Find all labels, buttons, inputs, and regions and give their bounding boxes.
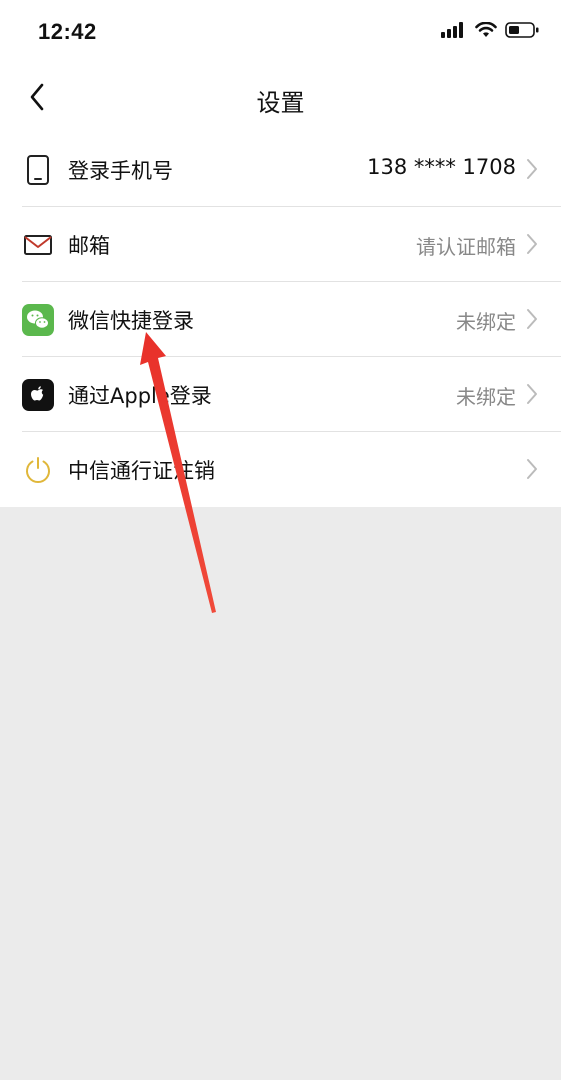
- apple-bind-status: 未绑定: [456, 385, 516, 409]
- chevron-right-icon: [525, 457, 539, 481]
- signal-icon: [441, 22, 467, 42]
- settings-row-wechat-login[interactable]: 微信快捷登录 未绑定: [0, 282, 561, 357]
- settings-row-label: 通过Apple登录: [68, 384, 212, 408]
- settings-row-account-cancel[interactable]: 中信通行证注销: [0, 432, 561, 507]
- settings-row-label: 邮箱: [68, 234, 110, 258]
- mail-icon: [21, 228, 55, 262]
- settings-row-apple-login[interactable]: 通过Apple登录 未绑定: [0, 357, 561, 432]
- status-icons: [441, 21, 539, 42]
- settings-panel: 12:42 设置 登录手机号 138 **** 1708 邮箱 请认证邮箱 微信…: [0, 0, 561, 507]
- chevron-right-icon: [525, 382, 539, 406]
- wifi-icon: [475, 21, 497, 42]
- wechat-bind-status: 未绑定: [456, 310, 516, 334]
- battery-icon: [505, 22, 539, 42]
- phone-icon: [21, 153, 55, 187]
- chevron-right-icon: [525, 307, 539, 331]
- wechat-icon: [21, 303, 55, 337]
- phone-number-value: 138 **** 1708: [367, 155, 516, 179]
- chevron-right-icon: [525, 157, 539, 181]
- page-title: 设置: [256, 89, 305, 117]
- chevron-right-icon: [525, 232, 539, 256]
- settings-list: 登录手机号 138 **** 1708 邮箱 请认证邮箱 微信快捷登录 未绑定 …: [0, 132, 561, 507]
- status-bar: 12:42: [0, 0, 561, 66]
- settings-row-phone[interactable]: 登录手机号 138 **** 1708: [0, 132, 561, 207]
- email-status-value: 请认证邮箱: [416, 235, 516, 259]
- status-time: 12:42: [38, 19, 97, 44]
- power-icon: [21, 453, 55, 487]
- apple-icon: [21, 378, 55, 412]
- navigation-bar: 设置: [0, 66, 561, 132]
- settings-row-label: 登录手机号: [68, 159, 173, 183]
- settings-row-label: 微信快捷登录: [68, 309, 194, 333]
- settings-row-email[interactable]: 邮箱 请认证邮箱: [0, 207, 561, 282]
- settings-row-label: 中信通行证注销: [68, 459, 215, 483]
